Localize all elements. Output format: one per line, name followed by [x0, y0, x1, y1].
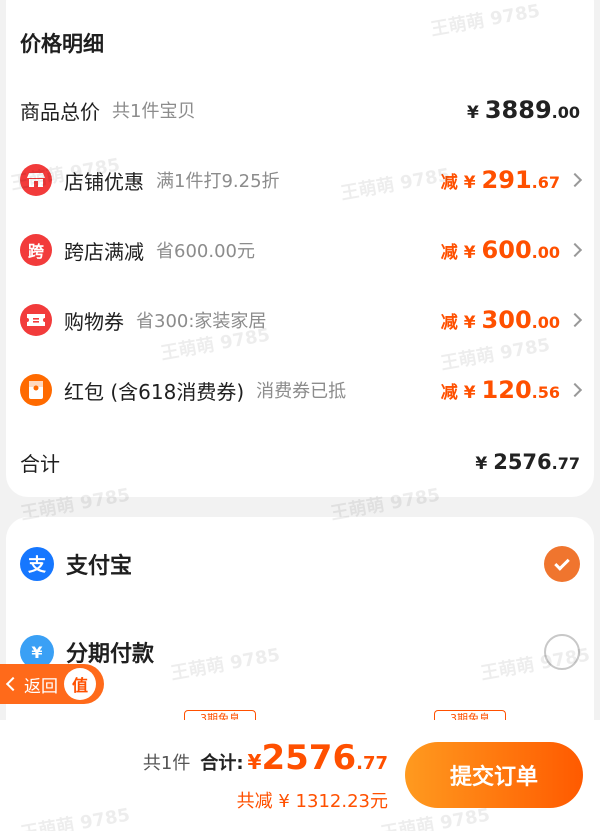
- chevron-right-icon: [567, 382, 583, 398]
- coupon-row[interactable]: 购物券 省300:家装家居 减 ¥ 300 .00: [20, 302, 583, 338]
- zhi-badge-icon: 值: [64, 668, 96, 700]
- shop-discount-label: 店铺优惠: [64, 169, 144, 194]
- coupon-desc: 省300:家装家居: [136, 311, 267, 332]
- goods-count: 共1件宝贝: [112, 101, 196, 122]
- chevron-right-icon: [567, 172, 583, 188]
- goods-total-amount: ¥ 3889 .00: [467, 96, 580, 124]
- sum-row: 合计 ¥ 2576 .77: [20, 444, 580, 480]
- red-packet-icon: [20, 374, 52, 406]
- coupon-label: 购物券: [64, 309, 124, 334]
- cross-store-label: 跨店满减: [64, 239, 144, 264]
- coupon-amount: 减 ¥ 300 .00: [440, 306, 560, 334]
- cross-store-desc: 省600.00元: [156, 241, 255, 262]
- chevron-right-icon: [567, 242, 583, 258]
- cross-store-icon: 跨: [20, 234, 52, 266]
- alipay-icon: 支: [20, 547, 54, 581]
- alipay-label: 支付宝: [66, 554, 133, 579]
- red-packet-desc: 消费券已抵: [256, 381, 347, 402]
- back-float-button[interactable]: 返回 值: [0, 664, 104, 704]
- shop-discount-amount: 减 ¥ 291 .67: [440, 166, 560, 194]
- chevron-right-icon: [567, 312, 583, 328]
- installment-radio[interactable]: [544, 634, 580, 670]
- footer-saving: 共减 ¥ 1312.23元: [236, 791, 388, 812]
- back-label: 返回: [24, 676, 58, 697]
- payment-alipay[interactable]: 支 支付宝: [20, 544, 580, 584]
- red-packet-amount: 减 ¥ 120 .56: [440, 376, 560, 404]
- cross-store-discount-row[interactable]: 跨 跨店满减 省600.00元 减 ¥ 600 .00: [20, 232, 583, 268]
- coupon-icon: [20, 304, 52, 336]
- footer-total-label: 合计:: [200, 753, 244, 774]
- shop-icon: [20, 164, 52, 196]
- sum-amount: ¥ 2576 .77: [475, 450, 580, 474]
- footer-total-dec: .77: [356, 753, 388, 774]
- shop-discount-row[interactable]: 店铺优惠 满1件打9.25折 减 ¥ 291 .67: [20, 162, 583, 198]
- footer-count: 共1件: [142, 753, 191, 774]
- sum-label: 合计: [20, 451, 60, 476]
- shop-discount-desc: 满1件打9.25折: [156, 171, 280, 192]
- goods-total-row: 商品总价 共1件宝贝 ¥ 3889 .00: [20, 92, 580, 128]
- goods-total-label: 商品总价: [20, 99, 100, 124]
- alipay-checked-icon[interactable]: [544, 546, 580, 582]
- red-packet-label: 红包 (含618消费券): [64, 379, 245, 404]
- footer-total: 共1件 合计: ¥ 2576 .77: [142, 738, 388, 778]
- submit-order-button[interactable]: 提交订单: [405, 742, 583, 808]
- price-detail-title: 价格明细: [20, 32, 104, 56]
- footer-total-int: 2576: [261, 738, 357, 778]
- payment-installment[interactable]: ¥ 分期付款: [20, 632, 580, 672]
- chevron-left-icon: [5, 676, 21, 692]
- red-packet-row[interactable]: 红包 (含618消费券) 消费券已抵 减 ¥ 120 .56: [20, 372, 583, 408]
- cross-store-amount: 减 ¥ 600 .00: [440, 236, 560, 264]
